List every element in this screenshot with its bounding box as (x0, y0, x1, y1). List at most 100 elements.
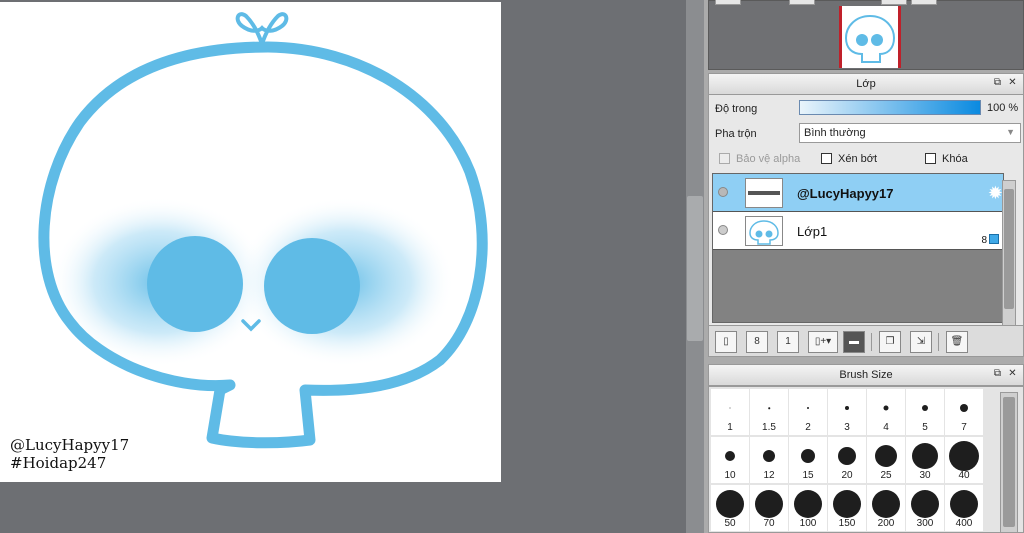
brush-size-cell[interactable]: 400 (945, 485, 983, 531)
navigator-button[interactable] (881, 0, 907, 5)
brush-dot (716, 490, 744, 518)
brush-size-value: 100 (799, 518, 817, 529)
brush-dot (883, 405, 889, 411)
brush-size-value: 150 (838, 518, 856, 529)
scrollbar-thumb[interactable] (1004, 189, 1014, 309)
badge-text: 8 (981, 235, 987, 246)
protect-alpha-checkbox[interactable]: Bảo vệ alpha (719, 153, 800, 165)
brush-dot (768, 407, 770, 409)
brush-size-value: 30 (919, 470, 931, 481)
brush-size-cell[interactable]: 300 (906, 485, 944, 531)
new-folder-icon[interactable]: ▬ (843, 331, 865, 353)
chevron-down-icon: ▼ (1006, 127, 1015, 137)
brush-size-value: 7 (961, 422, 967, 433)
navigator-button[interactable] (911, 0, 937, 5)
brush-dot (875, 445, 897, 467)
visibility-icon[interactable] (718, 225, 728, 235)
left-eye (147, 236, 243, 332)
brush-size-scrollbar[interactable] (1000, 392, 1018, 533)
brush-dot (950, 490, 978, 518)
delete-layer-icon[interactable]: 🗑 (946, 331, 968, 353)
layer-toolbar: ▯ 8 1 ▯+▾ ▬ ❐ ⇲ 🗑 (708, 325, 1024, 357)
brush-size-cell[interactable]: 4 (867, 389, 905, 435)
new-8bit-layer-icon[interactable]: 8 (746, 331, 768, 353)
scrollbar-thumb[interactable] (687, 196, 703, 341)
brush-dot (755, 490, 783, 518)
brush-size-value: 50 (724, 518, 736, 529)
brush-size-cell[interactable]: 70 (750, 485, 788, 531)
canvas-area[interactable]: @LucyHapyy17 #Hoidap247 (0, 0, 686, 533)
brush-dot (949, 441, 979, 471)
brush-dot (801, 449, 815, 463)
brush-size-cell[interactable]: 2 (789, 389, 827, 435)
navigator-button[interactable] (715, 0, 741, 5)
brush-size-value: 40 (958, 470, 970, 481)
brush-size-cell[interactable]: 12 (750, 437, 788, 483)
brush-size-value: 300 (916, 518, 934, 529)
brush-size-cell[interactable]: 25 (867, 437, 905, 483)
layer-panel: Độ trong 100 % Pha trộn Bình thường ▼ Bả… (708, 95, 1024, 357)
brush-size-cell[interactable]: 15 (789, 437, 827, 483)
layer-name: Lớp1 (797, 224, 828, 239)
brush-dot (838, 447, 856, 465)
undock-icon[interactable]: ⧉ (992, 369, 1003, 380)
brush-size-cell[interactable]: 150 (828, 485, 866, 531)
close-icon[interactable]: ✕ (1007, 78, 1018, 89)
new-1bit-layer-icon[interactable]: 1 (777, 331, 799, 353)
brush-size-value: 15 (802, 470, 814, 481)
canvas-vertical-scrollbar[interactable] (686, 0, 704, 533)
brush-size-cell[interactable]: 1.5 (750, 389, 788, 435)
duplicate-layer-icon[interactable]: ❐ (879, 331, 901, 353)
layer-row[interactable]: @LucyHapyy17 ✹ (713, 174, 1003, 212)
brush-size-value: 10 (724, 470, 736, 481)
brush-dot (872, 490, 900, 518)
navigator-button[interactable] (789, 0, 815, 5)
brush-size-cell[interactable]: 7 (945, 389, 983, 435)
visibility-icon[interactable] (718, 187, 728, 197)
checkbox-box (719, 153, 730, 164)
layer-thumbnail (745, 178, 783, 208)
brush-size-cell[interactable]: 100 (789, 485, 827, 531)
brush-size-value: 5 (922, 422, 928, 433)
layer-row[interactable]: Lớp1 8 (713, 212, 1003, 250)
brush-size-panel: 1 1.5 2 3 4 5 7 10 12 15 20 25 30 40 50 70 100 150 200 300 4… (708, 386, 1024, 533)
brush-size-panel-title: Brush Size (839, 369, 893, 381)
layer-list[interactable]: @LucyHapyy17 ✹ Lớp1 8 (712, 173, 1004, 323)
brush-size-value: 200 (877, 518, 895, 529)
gear-icon[interactable]: ✹ (988, 183, 1003, 204)
add-layer-menu-icon[interactable]: ▯+▾ (808, 331, 838, 353)
lock-checkbox[interactable]: Khóa (925, 153, 968, 165)
navigator-panel[interactable] (708, 0, 1024, 70)
close-icon[interactable]: ✕ (1007, 369, 1018, 380)
hashtag-text: #Hoidap247 (10, 454, 107, 472)
right-eye (264, 238, 360, 334)
scrollbar-thumb[interactable] (1003, 397, 1015, 527)
drawing-canvas[interactable]: @LucyHapyy17 #Hoidap247 (0, 2, 501, 482)
navigator-preview[interactable] (839, 6, 901, 68)
clipping-checkbox[interactable]: Xén bớt (821, 153, 877, 165)
brush-size-cell[interactable]: 40 (945, 437, 983, 483)
brush-size-cell[interactable]: 10 (711, 437, 749, 483)
brush-size-cell[interactable]: 20 (828, 437, 866, 483)
brush-dot (807, 407, 809, 409)
opacity-slider[interactable] (799, 100, 981, 115)
bit-depth-badge: 8 (981, 234, 999, 246)
brush-size-cell[interactable]: 3 (828, 389, 866, 435)
brush-size-cell[interactable]: 5 (906, 389, 944, 435)
merge-layer-icon[interactable]: ⇲ (910, 331, 932, 353)
checkbox-box (821, 153, 832, 164)
undock-icon[interactable]: ⧉ (992, 78, 1003, 89)
brush-size-cell[interactable]: 50 (711, 485, 749, 531)
layer-list-scrollbar[interactable] (1002, 180, 1016, 326)
new-layer-icon[interactable]: ▯ (715, 331, 737, 353)
blend-mode-value: Bình thường (804, 127, 866, 139)
brush-size-cell[interactable]: 30 (906, 437, 944, 483)
blend-mode-select[interactable]: Bình thường ▼ (799, 123, 1021, 143)
toolbar-separator (938, 333, 939, 351)
signature-text: @LucyHapyy17 (10, 436, 130, 454)
checkbox-box (925, 153, 936, 164)
brush-size-cell[interactable]: 1 (711, 389, 749, 435)
brush-size-value: 2 (805, 422, 811, 433)
brush-dot (833, 490, 861, 518)
brush-size-cell[interactable]: 200 (867, 485, 905, 531)
